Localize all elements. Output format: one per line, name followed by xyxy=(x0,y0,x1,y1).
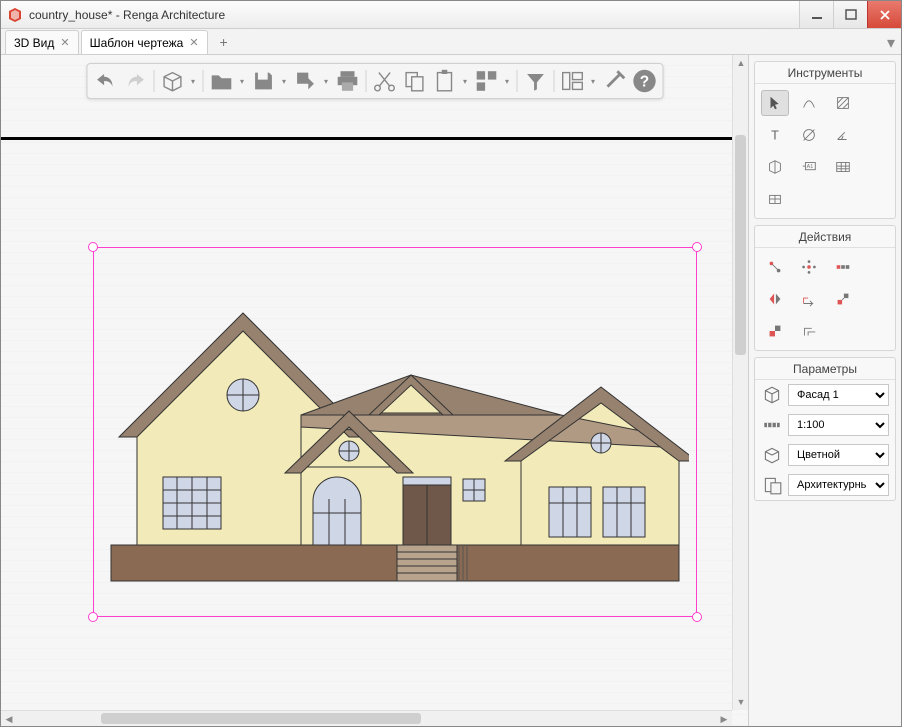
diameter-tool[interactable] xyxy=(795,122,823,148)
add-tab-button[interactable]: + xyxy=(214,32,234,52)
chevron-down-icon[interactable]: ▾ xyxy=(887,33,895,53)
detail-select[interactable]: Архитектурнь xyxy=(788,474,889,496)
dropdown-icon[interactable]: ▾ xyxy=(460,77,470,86)
open-button[interactable] xyxy=(207,68,235,94)
resize-handle[interactable] xyxy=(692,612,702,622)
view-icon xyxy=(761,384,783,406)
scroll-right-icon[interactable]: ▶ xyxy=(716,711,732,726)
tab-label: 3D Вид xyxy=(14,36,54,50)
title-bar: country_house* - Renga Architecture xyxy=(1,1,901,29)
panel-title: Параметры xyxy=(755,358,895,380)
canvas[interactable]: ▾ ▾ ▾ ▾ ▾ ▾ ▾ ? xyxy=(1,55,749,726)
scroll-thumb[interactable] xyxy=(735,135,746,355)
svg-text:T: T xyxy=(771,129,779,143)
redo-button[interactable] xyxy=(121,68,149,94)
side-panel: Инструменты T A1 Действия xyxy=(749,55,901,726)
page-edge xyxy=(1,137,748,140)
cut-button[interactable] xyxy=(370,68,398,94)
dropdown-icon[interactable]: ▾ xyxy=(237,77,247,86)
help-button[interactable]: ? xyxy=(630,68,658,94)
scroll-down-icon[interactable]: ▼ xyxy=(733,694,749,710)
multi-button[interactable] xyxy=(472,68,500,94)
mirror-action[interactable] xyxy=(761,286,789,312)
offset-action[interactable] xyxy=(795,318,823,344)
view-select[interactable]: Фасад 1 xyxy=(788,384,889,406)
dropdown-icon[interactable]: ▾ xyxy=(502,77,512,86)
resize-handle[interactable] xyxy=(88,242,98,252)
maximize-button[interactable] xyxy=(833,1,867,28)
resize-handle[interactable] xyxy=(88,612,98,622)
scale-select[interactable]: 1:100 xyxy=(788,414,889,436)
grid-tool[interactable] xyxy=(761,186,789,212)
actions-panel: Действия xyxy=(754,225,896,351)
save-button[interactable] xyxy=(249,68,277,94)
vertical-scrollbar[interactable]: ▲ ▼ xyxy=(732,55,748,710)
copy-button[interactable] xyxy=(400,68,428,94)
cube-button[interactable] xyxy=(158,68,186,94)
panel-title: Инструменты xyxy=(755,62,895,84)
tools-panel: Инструменты T A1 xyxy=(754,61,896,219)
horizontal-scrollbar[interactable]: ◀ ▶ xyxy=(1,710,732,726)
line-tool[interactable] xyxy=(795,90,823,116)
angle-tool[interactable] xyxy=(829,122,857,148)
house-drawing[interactable] xyxy=(101,255,689,595)
dropdown-icon[interactable]: ▾ xyxy=(279,77,289,86)
move-action[interactable] xyxy=(761,254,789,280)
panel-title: Действия xyxy=(755,226,895,248)
scale-icon xyxy=(761,414,783,436)
tab-drawing-template[interactable]: Шаблон чертежа ✕ xyxy=(81,30,208,54)
style-icon xyxy=(761,444,783,466)
annotation-tool[interactable]: A1 xyxy=(795,154,823,180)
detail-icon xyxy=(761,474,783,496)
close-button[interactable] xyxy=(867,1,901,28)
window-title: country_house* - Renga Architecture xyxy=(29,8,799,22)
scroll-left-icon[interactable]: ◀ xyxy=(1,711,17,726)
tab-label: Шаблон чертежа xyxy=(90,36,184,50)
text-tool[interactable]: T xyxy=(761,122,789,148)
rotate-action[interactable] xyxy=(795,254,823,280)
scroll-up-icon[interactable]: ▲ xyxy=(733,55,749,71)
style-select[interactable]: Цветной xyxy=(788,444,889,466)
filter-button[interactable] xyxy=(521,68,549,94)
layout-button[interactable] xyxy=(558,68,586,94)
table-tool[interactable] xyxy=(829,154,857,180)
array-action[interactable] xyxy=(829,254,857,280)
paste-button[interactable] xyxy=(430,68,458,94)
scroll-thumb[interactable] xyxy=(101,713,421,724)
export-button[interactable] xyxy=(291,68,319,94)
dropdown-icon[interactable]: ▾ xyxy=(588,77,598,86)
main-toolbar: ▾ ▾ ▾ ▾ ▾ ▾ ▾ ? xyxy=(86,63,663,99)
align-action[interactable] xyxy=(761,318,789,344)
print-button[interactable] xyxy=(333,68,361,94)
svg-text:A1: A1 xyxy=(807,164,814,170)
tab-bar: 3D Вид ✕ Шаблон чертежа ✕ + ▾ xyxy=(1,29,901,55)
app-icon xyxy=(7,7,23,23)
dropdown-icon[interactable]: ▾ xyxy=(321,77,331,86)
stretch-action[interactable] xyxy=(829,286,857,312)
settings-button[interactable] xyxy=(600,68,628,94)
undo-button[interactable] xyxy=(91,68,119,94)
hatch-tool[interactable] xyxy=(829,90,857,116)
tab-3d-view[interactable]: 3D Вид ✕ xyxy=(5,30,79,54)
select-tool[interactable] xyxy=(761,90,789,116)
close-icon[interactable]: ✕ xyxy=(189,36,198,49)
close-icon[interactable]: ✕ xyxy=(60,36,69,49)
dropdown-icon[interactable]: ▾ xyxy=(188,77,198,86)
svg-text:?: ? xyxy=(639,74,648,91)
minimize-button[interactable] xyxy=(799,1,833,28)
resize-handle[interactable] xyxy=(692,242,702,252)
section-tool[interactable] xyxy=(761,154,789,180)
params-panel: Параметры Фасад 1 1:100 Цветной Архитект… xyxy=(754,357,896,501)
trim-action[interactable] xyxy=(795,286,823,312)
